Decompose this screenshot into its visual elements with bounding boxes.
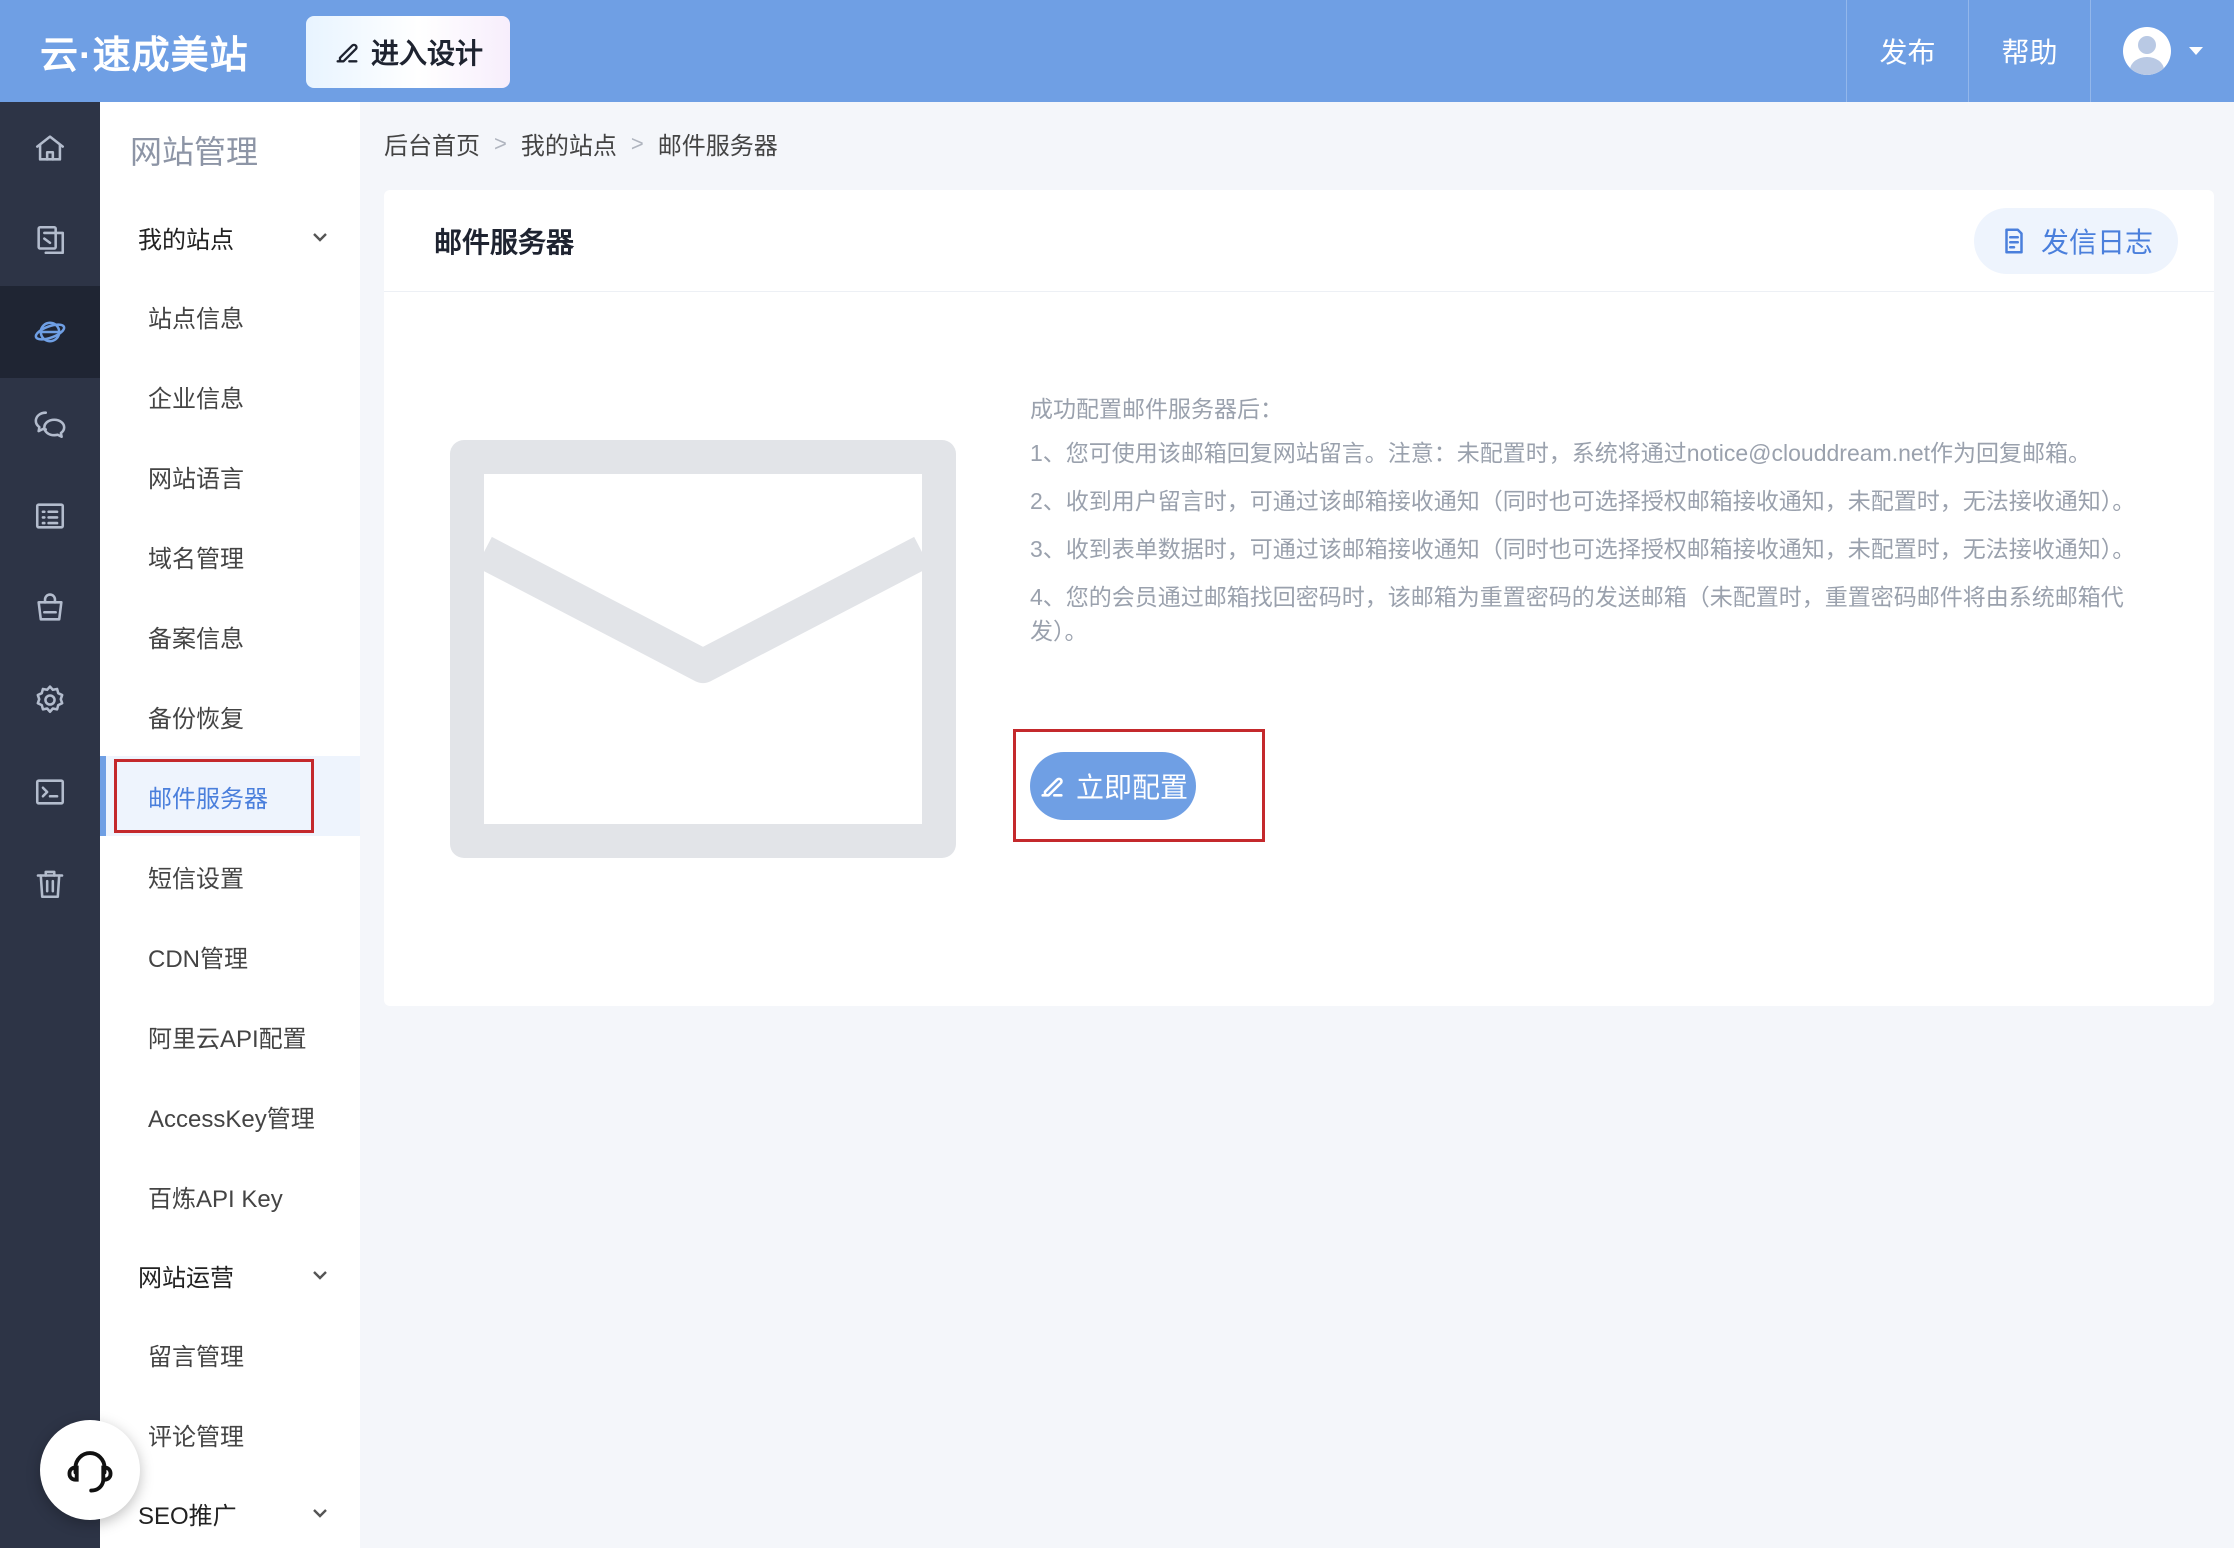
- planet-icon: [34, 321, 66, 343]
- sidebar-item-accesskey[interactable]: AccessKey管理: [100, 1076, 360, 1156]
- user-avatar: [2123, 27, 2171, 75]
- publish-button[interactable]: 发布: [1846, 0, 1968, 102]
- group-label: 网站运营: [138, 1264, 234, 1292]
- gear-icon: [36, 685, 64, 714]
- breadcrumb-separator: >: [494, 130, 507, 156]
- trash-icon: [36, 870, 64, 899]
- chevron-down-icon: [313, 1509, 327, 1518]
- chevron-down-icon: [313, 1271, 327, 1280]
- card-header: 邮件服务器 发信日志: [384, 190, 2214, 292]
- customer-support-button[interactable]: [40, 1420, 140, 1520]
- rail-content[interactable]: [0, 470, 100, 562]
- intro-point: 4、您的会员通过邮箱找回密码时，该邮箱为重置密码的发送邮箱（未配置时，重置密码邮…: [1030, 584, 2124, 644]
- group-label: SEO推广: [138, 1502, 237, 1530]
- intro-point: 2、收到用户留言时，可通过该邮箱接收通知（同时也可选择授权邮箱接收通知，未配置时…: [1030, 488, 2136, 514]
- sidebar-group-seo[interactable]: SEO推广: [100, 1474, 360, 1548]
- breadcrumb-separator: >: [630, 130, 644, 156]
- document-icon: [2005, 228, 2023, 253]
- configure-now-label: 立即配置: [1075, 772, 1188, 803]
- rail-pages[interactable]: [0, 194, 100, 286]
- group-label: 我的站点: [138, 226, 234, 254]
- rail-messages[interactable]: [0, 378, 100, 470]
- sidebar-item-language[interactable]: 网站语言: [100, 436, 360, 516]
- sidebar-item-company-info[interactable]: 企业信息: [100, 356, 360, 436]
- sidebar-item-aliyun-api[interactable]: 阿里云API配置: [100, 996, 360, 1076]
- envelope-icon: [450, 440, 956, 858]
- sidebar-item-cdn[interactable]: CDN管理: [100, 916, 360, 996]
- sidebar-group-my-site[interactable]: 我的站点: [100, 198, 360, 276]
- sidebar-item-messages[interactable]: 留言管理: [100, 1314, 360, 1394]
- breadcrumb-current: 邮件服务器: [657, 133, 778, 160]
- sidebar-title: 网站管理: [130, 134, 259, 170]
- caret-down-icon: [2189, 47, 2203, 55]
- sidebar-group-operations[interactable]: 网站运营: [100, 1236, 360, 1314]
- rail-trash[interactable]: [0, 838, 100, 930]
- rail-settings[interactable]: [0, 654, 100, 746]
- breadcrumb: 后台首页 > 我的站点 > 邮件服务器: [384, 126, 778, 161]
- top-bar: 云·速成美站 进入设计 发布 帮助: [0, 0, 2234, 102]
- sidebar-item-site-info[interactable]: 站点信息: [100, 276, 360, 356]
- rail-shop[interactable]: [0, 562, 100, 654]
- page-title: 邮件服务器: [434, 226, 575, 258]
- brand-logo[interactable]: 云·速成美站: [0, 0, 290, 102]
- chat-icon: [34, 411, 66, 439]
- user-menu[interactable]: [2090, 0, 2234, 102]
- breadcrumb-my-site[interactable]: 我的站点: [521, 126, 617, 161]
- send-log-label: 发信日志: [2040, 226, 2153, 258]
- shop-icon: [37, 593, 63, 621]
- sidebar-item-backup[interactable]: 备份恢复: [100, 676, 360, 756]
- list-icon: [35, 503, 65, 529]
- edit-icon: [1041, 777, 1063, 797]
- sidebar: 网站管理 我的站点 站点信息 企业信息 网站语言 域名管理 备案信息 备份恢复 …: [100, 102, 360, 1548]
- rail-site-management[interactable]: [0, 286, 100, 378]
- breadcrumb-home[interactable]: 后台首页: [384, 126, 480, 161]
- sidebar-item-domain[interactable]: 域名管理: [100, 516, 360, 596]
- pages-icon: [37, 225, 65, 255]
- edit-icon: [336, 43, 358, 63]
- enter-design-button[interactable]: 进入设计: [306, 16, 510, 88]
- mail-server-card: 邮件服务器 发信日志 成功配置邮件服务器后： 1、您可使用该邮箱回复网站留言。注…: [384, 190, 2214, 1006]
- intro-title: 成功配置邮件服务器后：: [1030, 396, 1283, 422]
- sidebar-item-sms[interactable]: 短信设置: [100, 836, 360, 916]
- intro-point: 3、收到表单数据时，可通过该邮箱接收通知（同时也可选择授权邮箱接收通知，未配置时…: [1030, 536, 2136, 562]
- sidebar-item-bailian-api[interactable]: 百炼API Key: [100, 1156, 360, 1236]
- enter-design-label: 进入设计: [370, 38, 483, 69]
- rail-terminal[interactable]: [0, 746, 100, 838]
- headset-icon: [67, 1451, 113, 1493]
- icon-rail: [0, 102, 100, 1548]
- send-log-button[interactable]: 发信日志: [1974, 207, 2178, 274]
- help-button[interactable]: 帮助: [1968, 0, 2090, 102]
- mail-server-intro: 成功配置邮件服务器后： 1、您可使用该邮箱回复网站留言。注意：未配置时，系统将通…: [1030, 392, 2160, 662]
- terminal-icon: [35, 779, 65, 805]
- configure-now-button[interactable]: 立即配置: [1030, 752, 1196, 820]
- sidebar-item-icp[interactable]: 备案信息: [100, 596, 360, 676]
- sidebar-item-mail-server[interactable]: 邮件服务器: [100, 756, 360, 836]
- chevron-down-icon: [313, 233, 327, 242]
- intro-point: 1、您可使用该邮箱回复网站留言。注意：未配置时，系统将通过notice@clou…: [1030, 440, 2092, 466]
- home-icon: [35, 135, 65, 161]
- rail-home[interactable]: [0, 102, 100, 194]
